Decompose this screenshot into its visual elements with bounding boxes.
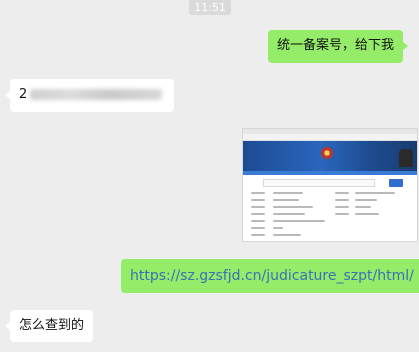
message-text: 怎么查到的 [19,318,85,333]
website-result-row [251,227,411,229]
message-bubble-outgoing[interactable]: 统一备案号，给下我 [268,30,409,63]
website-result-row [251,234,411,236]
person-figure [399,149,413,167]
message-text: 统一备案号，给下我 [277,38,395,53]
message-text: 2 [19,87,28,102]
message-bubble-incoming[interactable]: 怎么查到的 [4,310,94,342]
website-nav-strip [243,171,417,175]
website-result-row [251,220,411,222]
emblem-icon [321,147,333,159]
browser-address-bar [243,134,417,141]
website-result-row [251,192,411,194]
blurred-redaction [30,89,163,100]
image-message-thumbnail[interactable] [242,128,418,242]
message-bubble-outgoing-link[interactable]: https://sz.gzsfjd.cn/judicature_szpt/htm… [121,259,419,293]
website-result-row [251,206,411,208]
url-link[interactable]: https://sz.gzsfjd.cn/judicature_szpt/htm… [130,268,414,284]
website-banner [243,141,417,171]
website-search-field [263,179,375,187]
website-search-button [389,179,403,187]
message-timestamp: 11:51 [189,0,231,15]
website-result-row [251,199,411,201]
website-result-row [251,213,411,215]
website-search-form [263,179,403,187]
message-bubble-incoming[interactable]: 2 [5,79,174,112]
